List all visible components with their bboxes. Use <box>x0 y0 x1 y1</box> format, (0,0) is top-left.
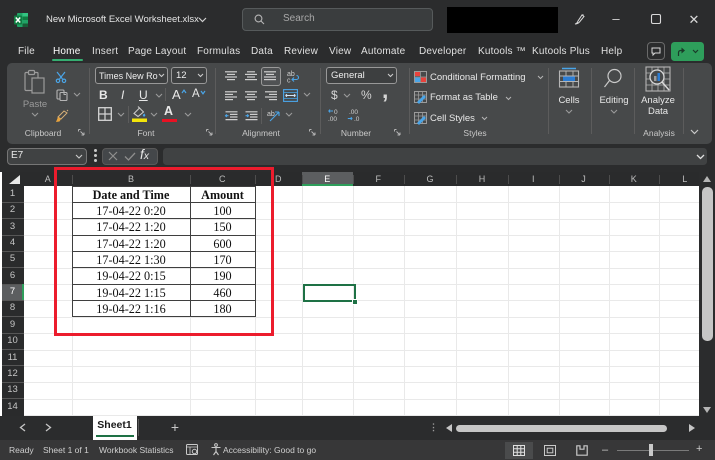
svg-text:.00: .00 <box>349 109 358 116</box>
svg-text:.00: .00 <box>328 116 337 123</box>
svg-text:.0: .0 <box>354 116 360 123</box>
svg-text:0: 0 <box>334 109 338 116</box>
svg-text:c: c <box>287 78 291 85</box>
